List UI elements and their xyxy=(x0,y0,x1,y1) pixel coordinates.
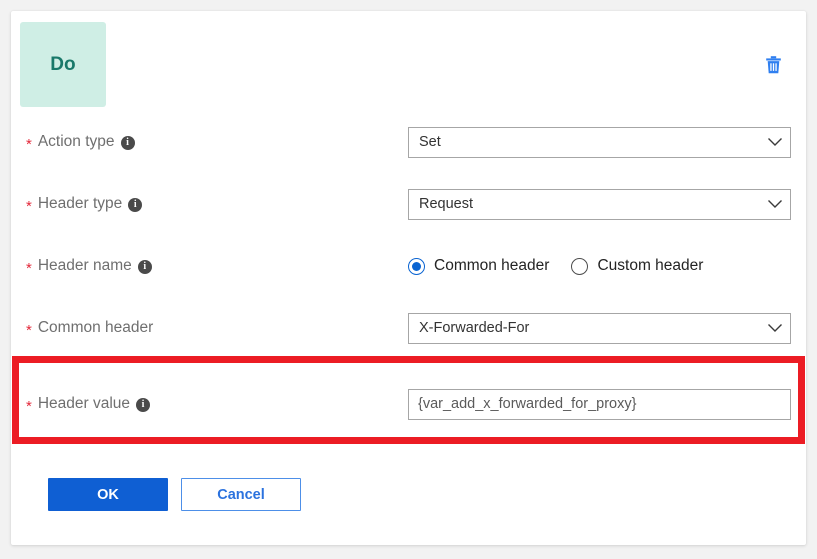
required-marker: * xyxy=(26,197,32,215)
control-header-value xyxy=(408,388,791,420)
control-common-header: X-Forwarded-For xyxy=(408,312,791,344)
radio-mark xyxy=(571,257,589,275)
radio-option-custom-header[interactable]: Custom header xyxy=(571,257,703,275)
card-header: Do xyxy=(11,11,806,107)
action-type-value: Set xyxy=(419,134,441,150)
header-value-input[interactable] xyxy=(408,388,791,420)
label-header-type: * Header type i xyxy=(26,195,143,215)
form-row-header-value: * Header value i xyxy=(11,384,806,424)
radio-option-common-header[interactable]: Common header xyxy=(408,257,549,275)
action-type-dropdown[interactable]: Set xyxy=(408,126,791,158)
info-icon[interactable]: i xyxy=(137,260,152,274)
button-bar: OK Cancel xyxy=(48,478,301,511)
chevron-down-icon xyxy=(760,199,790,209)
info-icon[interactable]: i xyxy=(136,398,151,412)
required-marker: * xyxy=(26,397,32,415)
header-type-dropdown[interactable]: Request xyxy=(408,188,791,220)
common-header-dropdown[interactable]: X-Forwarded-For xyxy=(408,312,791,344)
control-header-name: Common header Custom header xyxy=(408,251,791,282)
control-action-type: Set xyxy=(408,126,791,158)
label-text: Action type xyxy=(37,133,115,150)
action-card: Do * Action type i Set * Header type i R… xyxy=(11,11,806,545)
form-row-header-name: * Header name i Common header Custom hea… xyxy=(11,246,806,286)
label-text: Header name xyxy=(37,257,132,274)
header-type-value: Request xyxy=(419,196,474,212)
form-row-action-type: * Action type i Set xyxy=(11,122,806,162)
header-name-radio-group: Common header Custom header xyxy=(408,251,791,282)
required-marker: * xyxy=(26,259,32,277)
chevron-down-icon xyxy=(760,323,790,333)
control-header-type: Request xyxy=(408,188,791,220)
label-text: Header value xyxy=(37,395,131,412)
cancel-button[interactable]: Cancel xyxy=(181,478,301,511)
label-text: Common header xyxy=(37,319,154,336)
delete-button[interactable] xyxy=(761,53,785,77)
ok-button[interactable]: OK xyxy=(48,478,168,511)
label-common-header: * Common header xyxy=(26,319,154,339)
label-action-type: * Action type i xyxy=(26,133,135,153)
form-row-common-header: * Common header X-Forwarded-For xyxy=(11,308,806,348)
radio-label: Common header xyxy=(434,257,550,274)
chevron-down-icon xyxy=(760,137,790,147)
label-text: Header type xyxy=(37,195,123,212)
trash-icon xyxy=(764,55,783,75)
required-marker: * xyxy=(26,321,32,339)
form-row-header-type: * Header type i Request xyxy=(11,184,806,224)
info-icon[interactable]: i xyxy=(120,136,135,150)
radio-mark xyxy=(408,257,425,275)
info-icon[interactable]: i xyxy=(128,198,143,212)
common-header-value: X-Forwarded-For xyxy=(419,320,530,336)
do-badge: Do xyxy=(20,22,106,107)
do-badge-label: Do xyxy=(50,53,76,75)
label-header-value: * Header value i xyxy=(26,395,151,415)
label-header-name: * Header name i xyxy=(26,257,152,277)
required-marker: * xyxy=(26,135,32,153)
radio-label: Custom header xyxy=(597,257,704,274)
